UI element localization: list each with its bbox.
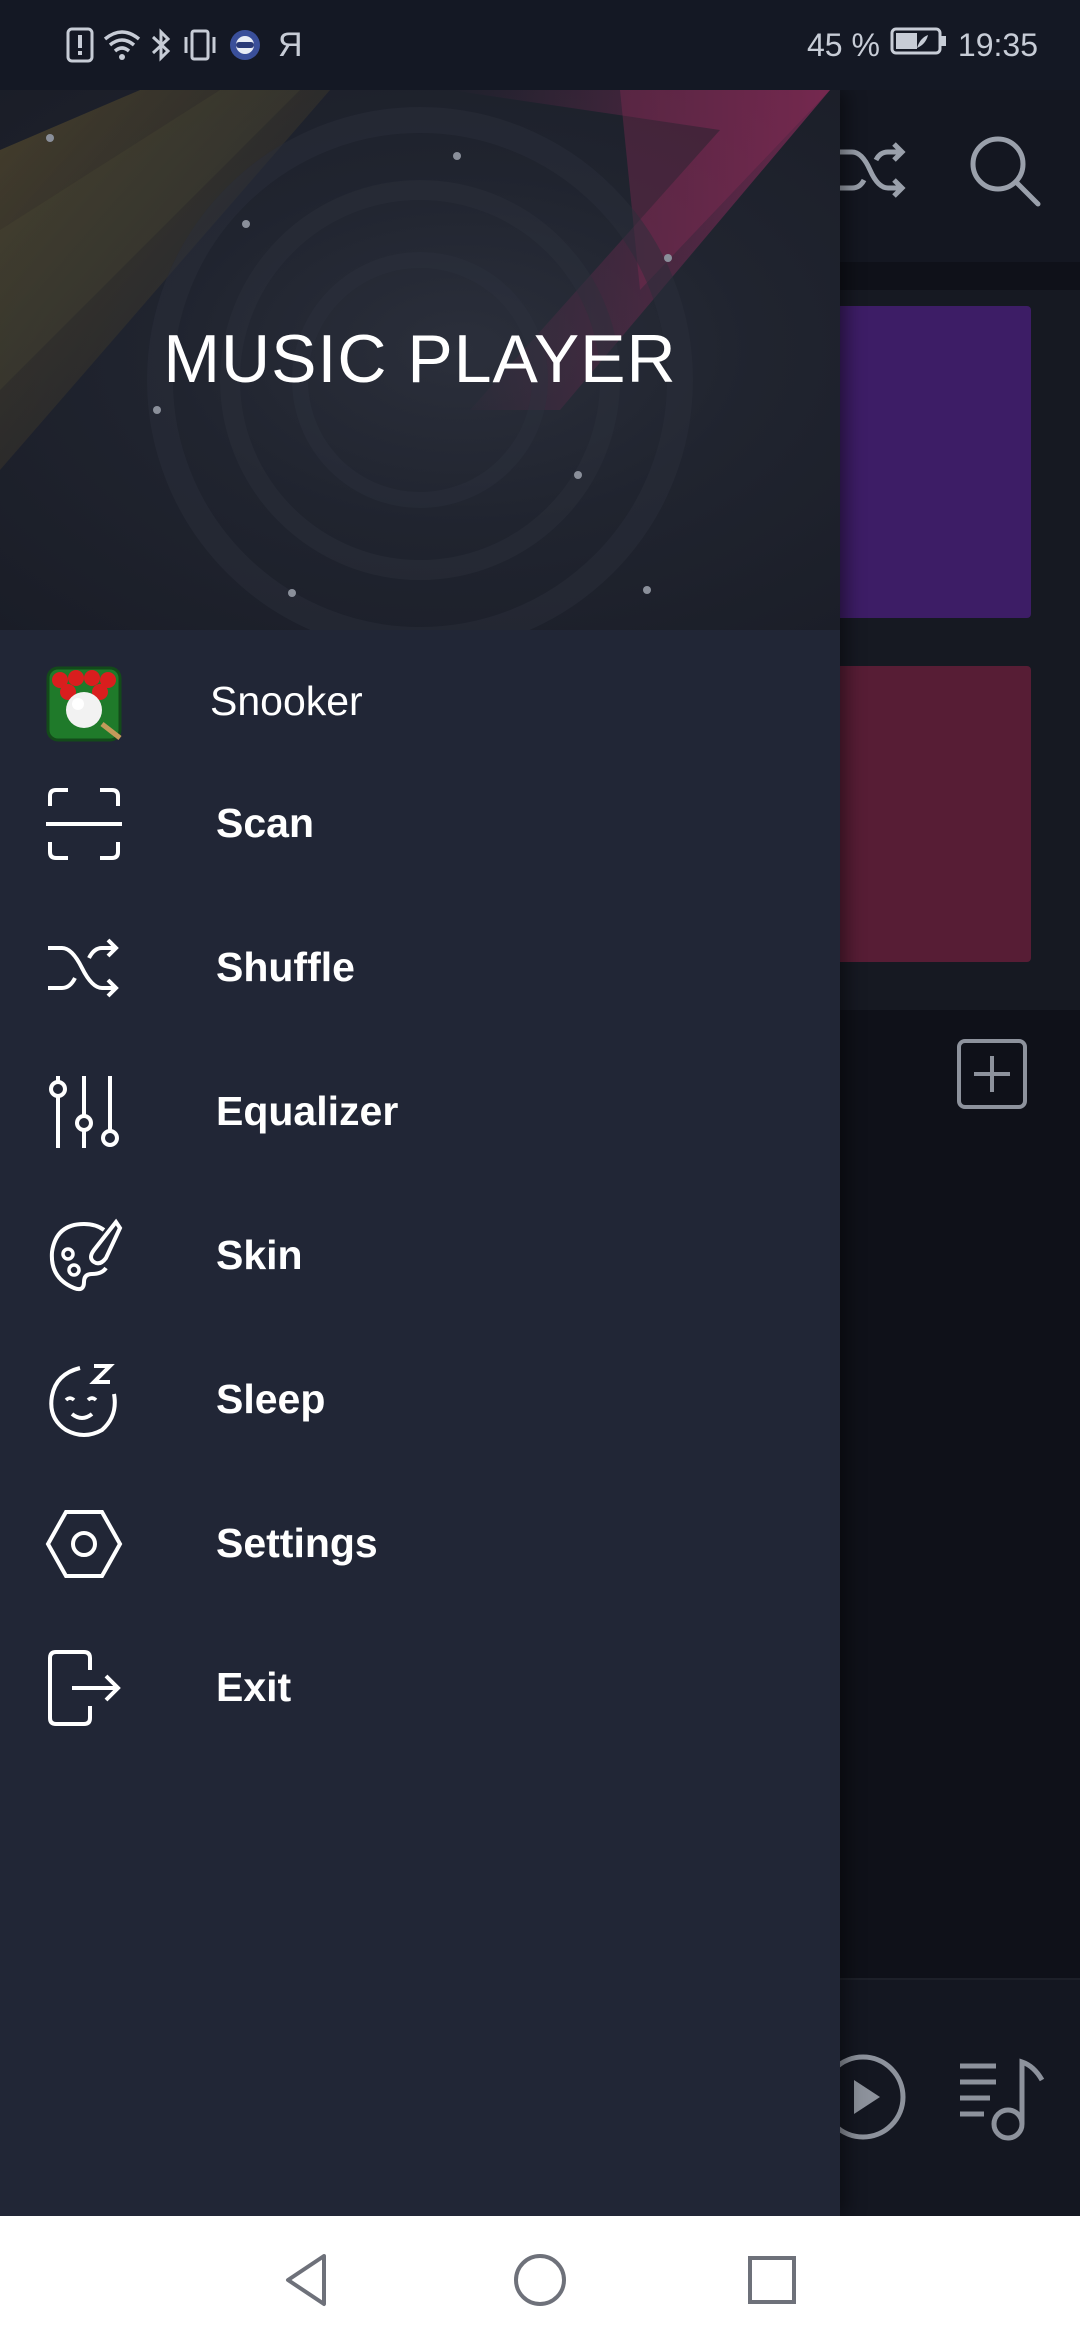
menu-item-scan[interactable]: Scan [0, 752, 840, 896]
battery-percent: 45 % [806, 26, 880, 63]
menu-item-shuffle[interactable]: Shuffle [0, 896, 840, 1040]
equalizer-icon [44, 1072, 124, 1152]
wifi-icon [102, 27, 142, 63]
assistant-app-icon [228, 28, 262, 62]
menu-item-exit[interactable]: Exit [0, 1616, 840, 1760]
shuffle-icon [830, 130, 910, 215]
battery-icon [890, 26, 948, 64]
vibrate-icon [180, 27, 220, 63]
notification-alert-icon [66, 27, 94, 63]
search-icon[interactable] [964, 130, 1044, 215]
menu-label-skin: Skin [216, 1232, 303, 1278]
drawer-header: MUSIC PLAYER [0, 90, 840, 630]
status-bar: Я 45 % 19:35 [0, 0, 1080, 90]
system-nav-bar [0, 2216, 1080, 2340]
bluetooth-icon [150, 27, 172, 63]
status-app-glyph: Я [278, 25, 303, 64]
menu-label-equalizer: Equalizer [216, 1088, 399, 1134]
back-icon[interactable] [278, 2250, 338, 2310]
sleep-face-icon [44, 1360, 124, 1440]
menu-label-scan: Scan [216, 800, 314, 846]
clock: 19:35 [957, 26, 1038, 63]
menu-label-snooker: Snooker [210, 678, 363, 724]
menu-label-sleep: Sleep [216, 1376, 326, 1422]
add-playlist-icon[interactable] [956, 1038, 1028, 1110]
menu-label-settings: Settings [216, 1520, 378, 1566]
navigation-drawer: MUSIC PLAYER Snooker Scan Shuffle Equali… [0, 90, 840, 2216]
menu-item-equalizer[interactable]: Equalizer [0, 1040, 840, 1184]
shuffle-icon [44, 928, 124, 1008]
settings-hexagon-icon [44, 1504, 124, 1584]
exit-icon [44, 1648, 124, 1728]
palette-icon [44, 1216, 124, 1296]
home-icon[interactable] [510, 2250, 570, 2310]
recents-icon[interactable] [742, 2250, 802, 2310]
status-icons-left: Я [66, 22, 303, 68]
menu-item-settings[interactable]: Settings [0, 1472, 840, 1616]
snooker-app-icon [44, 664, 124, 744]
menu-item-skin[interactable]: Skin [0, 1184, 840, 1328]
menu-item-sleep[interactable]: Sleep [0, 1328, 840, 1472]
playlist-queue-icon[interactable] [956, 2052, 1048, 2149]
status-icons-right: 45 % 19:35 [807, 22, 1038, 68]
menu-label-shuffle: Shuffle [216, 944, 355, 990]
scan-icon [44, 784, 124, 864]
app-title: MUSIC PLAYER [163, 321, 677, 397]
menu-label-exit: Exit [216, 1664, 292, 1710]
